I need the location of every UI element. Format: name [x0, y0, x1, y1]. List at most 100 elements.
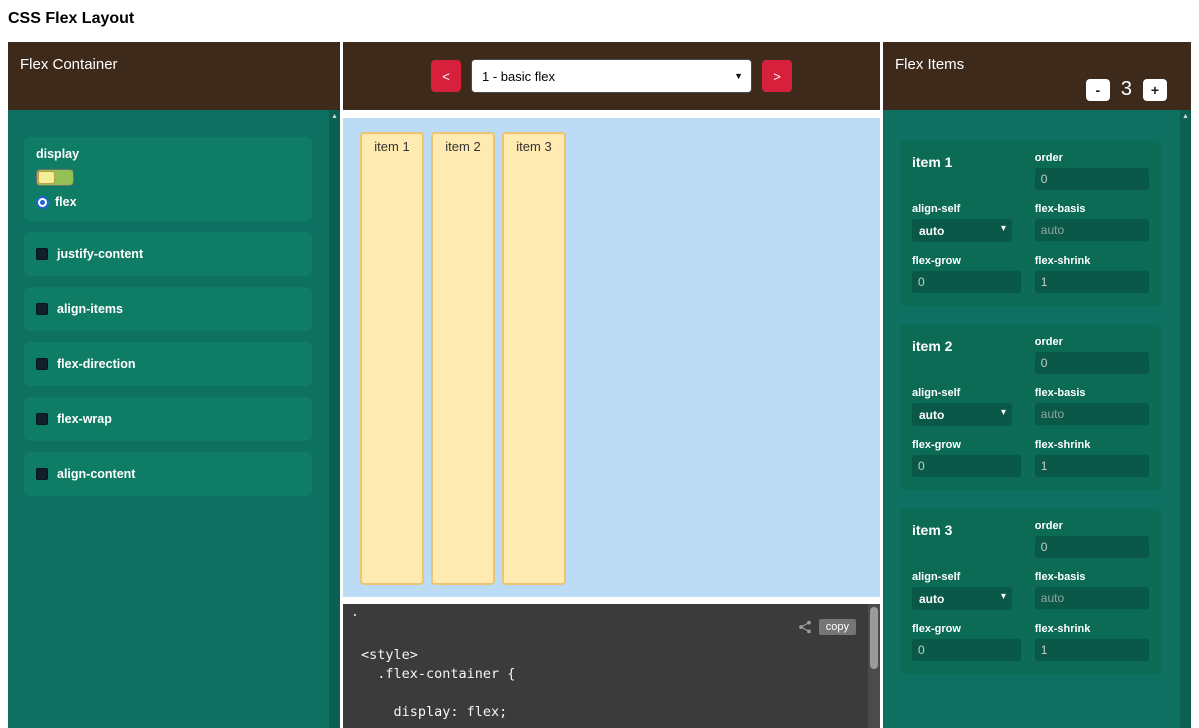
order-input[interactable]: [1035, 168, 1149, 190]
preset-select[interactable]: 1 - basic flex: [471, 59, 752, 93]
item-card-3: item 3 order align-self auto ▾: [900, 508, 1161, 675]
order-input[interactable]: [1035, 536, 1149, 558]
code-panel: . copy <style> .flex-container { display…: [343, 604, 880, 728]
order-label: order: [1035, 520, 1149, 532]
scroll-up-icon[interactable]: ▲: [1180, 110, 1191, 120]
align-content-section: align-content: [24, 452, 312, 496]
align-self-select[interactable]: auto: [912, 219, 1012, 242]
flex-shrink-label: flex-shrink: [1035, 623, 1149, 635]
flex-wrap-section: flex-wrap: [24, 397, 312, 441]
align-self-select-wrap: auto ▾: [912, 587, 1012, 610]
add-item-button[interactable]: +: [1143, 79, 1167, 101]
main-layout: Flex Container display flex justify-cont…: [8, 42, 1191, 728]
flex-direction-checkbox[interactable]: [36, 358, 48, 370]
align-items-checkbox[interactable]: [36, 303, 48, 315]
flex-direction-label: flex-direction: [57, 357, 136, 371]
align-self-label: align-self: [912, 203, 1021, 215]
flex-container-header: Flex Container: [8, 42, 340, 110]
item-card-1: item 1 order align-self auto ▾: [900, 140, 1161, 307]
flex-container-body: display flex justify-content align-items: [8, 110, 340, 728]
flex-items-header: Flex Items - 3 +: [883, 42, 1191, 110]
next-preset-button[interactable]: >: [762, 60, 792, 92]
left-panel-scrollbar[interactable]: ▲: [329, 110, 340, 728]
flex-preview-area: item 1 item 2 item 3: [343, 118, 880, 597]
flex-items-body: item 1 order align-self auto ▾: [883, 110, 1191, 728]
align-items-section: align-items: [24, 287, 312, 331]
align-content-checkbox[interactable]: [36, 468, 48, 480]
flex-item-1: item 1: [360, 132, 424, 585]
align-self-field: align-self auto ▾: [912, 387, 1021, 426]
order-label: order: [1035, 152, 1149, 164]
item-card-2: item 2 order align-self auto ▾: [900, 324, 1161, 491]
order-field: order: [1035, 520, 1149, 558]
flex-grow-input[interactable]: [912, 271, 1021, 293]
page-title: CSS Flex Layout: [8, 10, 134, 28]
prev-preset-button[interactable]: <: [431, 60, 461, 92]
code-actions: copy: [798, 619, 856, 635]
flex-basis-input[interactable]: [1035, 587, 1149, 609]
flex-shrink-input[interactable]: [1035, 639, 1149, 661]
flex-radio[interactable]: [36, 196, 49, 209]
item-count: 3: [1121, 78, 1132, 101]
flex-basis-field: flex-basis: [1035, 387, 1149, 426]
align-self-label: align-self: [912, 387, 1021, 399]
flex-grow-input[interactable]: [912, 639, 1021, 661]
flex-grow-input[interactable]: [912, 455, 1021, 477]
share-icon[interactable]: [798, 620, 812, 634]
copy-button[interactable]: copy: [819, 619, 856, 635]
order-field: order: [1035, 336, 1149, 374]
code-line: display: flex;: [361, 704, 507, 720]
flex-shrink-field: flex-shrink: [1035, 439, 1149, 477]
item-name-cell: item 3: [912, 520, 1021, 558]
flex-grow-field: flex-grow: [912, 255, 1021, 293]
flex-basis-input[interactable]: [1035, 219, 1149, 241]
flex-radio-label: flex: [55, 195, 77, 209]
align-self-select[interactable]: auto: [912, 403, 1012, 426]
flex-wrap-checkbox[interactable]: [36, 413, 48, 425]
justify-content-checkbox[interactable]: [36, 248, 48, 260]
code-scrollbar[interactable]: [868, 604, 880, 728]
flex-shrink-label: flex-shrink: [1035, 439, 1149, 451]
flex-container-panel: Flex Container display flex justify-cont…: [8, 42, 340, 728]
flex-shrink-field: flex-shrink: [1035, 623, 1149, 661]
item-name: item 1: [912, 154, 952, 170]
flex-shrink-label: flex-shrink: [1035, 255, 1149, 267]
justify-content-label: justify-content: [57, 247, 143, 261]
item-name: item 2: [912, 338, 952, 354]
align-self-field: align-self auto ▾: [912, 203, 1021, 242]
display-radio-row: flex: [36, 195, 300, 209]
align-items-label: align-items: [57, 302, 123, 316]
remove-item-button[interactable]: -: [1086, 79, 1110, 101]
flex-item-3: item 3: [502, 132, 566, 585]
flex-grow-label: flex-grow: [912, 623, 1021, 635]
flex-basis-label: flex-basis: [1035, 203, 1149, 215]
right-panel-scrollbar[interactable]: ▲: [1180, 110, 1191, 728]
preset-header: < 1 - basic flex ▼ >: [343, 42, 880, 110]
preset-select-wrap: 1 - basic flex ▼: [471, 59, 752, 93]
item-name: item 3: [912, 522, 952, 538]
flex-basis-input[interactable]: [1035, 403, 1149, 425]
display-toggle[interactable]: [36, 169, 74, 186]
flex-basis-field: flex-basis: [1035, 571, 1149, 610]
align-self-field: align-self auto ▾: [912, 571, 1021, 610]
code-scroll-thumb[interactable]: [870, 607, 878, 669]
code-text: <style> .flex-container { display: flex;: [361, 646, 515, 722]
order-field: order: [1035, 152, 1149, 190]
align-self-select-wrap: auto ▾: [912, 219, 1012, 242]
flex-shrink-field: flex-shrink: [1035, 255, 1149, 293]
flex-shrink-input[interactable]: [1035, 455, 1149, 477]
flex-shrink-input[interactable]: [1035, 271, 1149, 293]
flex-grow-label: flex-grow: [912, 255, 1021, 267]
flex-basis-label: flex-basis: [1035, 387, 1149, 399]
order-input[interactable]: [1035, 352, 1149, 374]
flex-container-title: Flex Container: [20, 56, 118, 73]
toggle-knob: [38, 171, 55, 184]
justify-content-section: justify-content: [24, 232, 312, 276]
scroll-up-icon[interactable]: ▲: [329, 110, 340, 120]
item-card-grid: item 3 order align-self auto ▾: [912, 520, 1149, 661]
align-self-select[interactable]: auto: [912, 587, 1012, 610]
display-label: display: [36, 147, 300, 161]
flex-basis-field: flex-basis: [1035, 203, 1149, 242]
code-line: .flex-container {: [361, 666, 515, 682]
flex-grow-field: flex-grow: [912, 623, 1021, 661]
